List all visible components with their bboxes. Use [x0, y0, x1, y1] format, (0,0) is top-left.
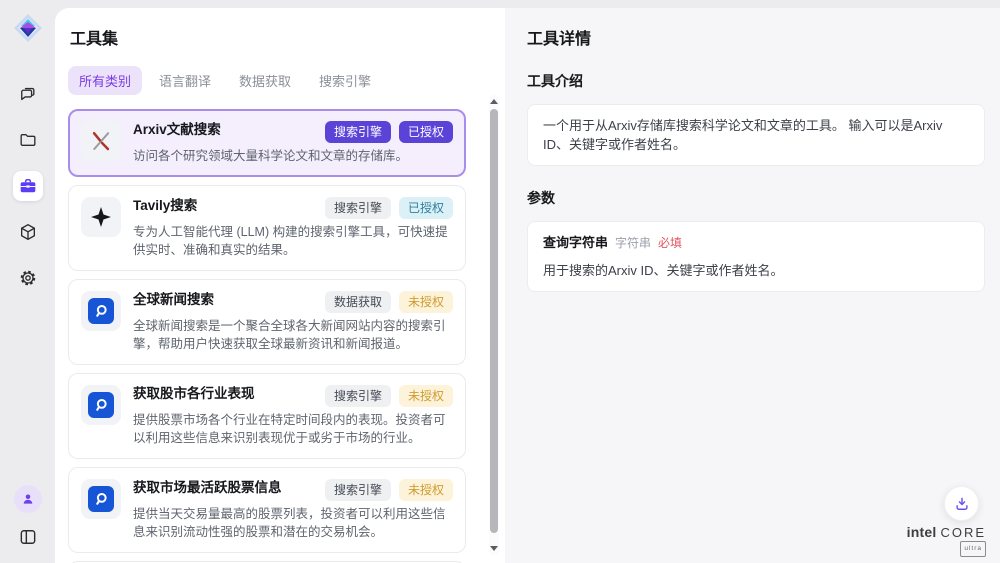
arxiv-icon	[88, 128, 114, 154]
scrollbar-thumb[interactable]	[490, 109, 498, 533]
news-search-icon	[88, 392, 114, 418]
tool-card[interactable]: Tavily搜索 搜索引擎 已授权 专为人工智能代理 (LLM) 构建的搜索引擎…	[68, 185, 466, 271]
cube-icon	[18, 222, 38, 242]
param-required-label: 必填	[658, 234, 682, 253]
sidebar-nav	[13, 79, 43, 293]
tool-card[interactable]: Arxiv文献搜索 搜索引擎 已授权 访问各个研究领域大量科学论文和文章的存储库…	[68, 109, 466, 177]
sidebar-bottom	[14, 485, 42, 549]
tool-auth-badge: 已授权	[399, 121, 453, 143]
tab-category-0[interactable]: 所有类别	[68, 66, 142, 95]
tool-name: 获取市场最活跃股票信息	[133, 479, 282, 497]
intel-core-ultra-logo: intel CORE ultra	[907, 525, 986, 557]
app-logo	[13, 13, 43, 43]
tool-description: 全球新闻搜索是一个聚合全球各大新闻网站内容的搜索引擎，帮助用户快速获取全球最新资…	[133, 317, 453, 353]
list-scrollbar[interactable]	[489, 95, 499, 555]
sidebar-item-chat[interactable]	[13, 79, 43, 109]
news-search-icon	[88, 486, 114, 512]
panel-icon	[18, 527, 38, 547]
tool-detail-panel: 工具详情 工具介绍 一个用于从Arxiv存储库搜索科学论文和文章的工具。 输入可…	[505, 8, 1000, 563]
params-box: 查询字符串 字符串 必填 用于搜索的Arxiv ID、关键字或作者姓名。	[527, 221, 985, 292]
download-icon	[953, 495, 971, 513]
tool-icon	[81, 291, 121, 331]
tool-card[interactable]: 全球新闻搜索 数据获取 未授权 全球新闻搜索是一个聚合全球各大新闻网站内容的搜索…	[68, 279, 466, 365]
tool-icon	[81, 385, 121, 425]
tool-card[interactable]: 获取市场最活跃股票信息 搜索引擎 未授权 提供当天交易量最高的股票列表，投资者可…	[68, 467, 466, 553]
sidebar-item-settings[interactable]	[13, 263, 43, 293]
tool-icon	[81, 479, 121, 519]
tavily-icon	[88, 204, 114, 230]
tab-category-2[interactable]: 数据获取	[228, 66, 302, 95]
tool-cards: Arxiv文献搜索 搜索引擎 已授权 访问各个研究领域大量科学论文和文章的存储库…	[68, 109, 505, 563]
sidebar	[0, 0, 55, 563]
sidebar-item-toolbox[interactable]	[13, 171, 43, 201]
core-wordmark: CORE	[940, 526, 986, 540]
category-tabs: 所有类别语言翻译数据获取搜索引擎	[68, 66, 505, 95]
tool-auth-badge: 未授权	[399, 385, 453, 407]
tool-name: 全球新闻搜索	[133, 291, 214, 309]
chat-icon	[18, 84, 38, 104]
intro-heading: 工具介绍	[527, 71, 985, 91]
detail-title: 工具详情	[527, 25, 985, 49]
tool-category-badge: 搜索引擎	[325, 121, 391, 143]
download-button[interactable]	[944, 486, 979, 521]
gear-icon	[18, 268, 38, 288]
folder-icon	[18, 130, 38, 150]
user-icon	[20, 491, 36, 507]
tab-category-3[interactable]: 搜索引擎	[308, 66, 382, 95]
scroll-down-arrow[interactable]	[490, 546, 498, 551]
tool-category-badge: 搜索引擎	[325, 385, 391, 407]
avatar[interactable]	[14, 485, 42, 513]
main-content: 工具集 所有类别语言翻译数据获取搜索引擎 Arxiv文献搜索 搜索引擎 已授权 …	[55, 8, 1000, 563]
page-title: 工具集	[68, 25, 505, 49]
intel-wordmark: intel	[907, 525, 937, 539]
tool-list-panel: 工具集 所有类别语言翻译数据获取搜索引擎 Arxiv文献搜索 搜索引擎 已授权 …	[55, 8, 505, 563]
tool-intro-text: 一个用于从Arxiv存储库搜索科学论文和文章的工具。 输入可以是Arxiv ID…	[527, 104, 985, 166]
param-type: 字符串	[615, 234, 651, 253]
tool-auth-badge: 已授权	[399, 197, 453, 219]
collapse-sidebar-button[interactable]	[16, 525, 40, 549]
param-name: 查询字符串	[543, 233, 608, 252]
tool-icon	[81, 121, 121, 161]
toolbox-icon	[18, 176, 38, 196]
tool-category-badge: 搜索引擎	[325, 197, 391, 219]
tool-description: 提供当天交易量最高的股票列表，投资者可以利用这些信息来识别流动性强的股票和潜在的…	[133, 505, 453, 541]
sidebar-item-cube[interactable]	[13, 217, 43, 247]
scroll-up-arrow[interactable]	[490, 99, 498, 104]
param-item: 查询字符串 字符串 必填 用于搜索的Arxiv ID、关键字或作者姓名。	[543, 233, 969, 280]
sidebar-item-folder[interactable]	[13, 125, 43, 155]
tool-description: 专为人工智能代理 (LLM) 构建的搜索引擎工具，可快速提供实时、准确和真实的结…	[133, 223, 453, 259]
tool-category-badge: 数据获取	[325, 291, 391, 313]
news-search-icon	[88, 298, 114, 324]
tool-icon	[81, 197, 121, 237]
params-heading: 参数	[527, 188, 985, 208]
tool-name: Tavily搜索	[133, 197, 197, 215]
tool-auth-badge: 未授权	[399, 291, 453, 313]
tool-description: 提供股票市场各个行业在特定时间段内的表现。投资者可以利用这些信息来识别表现优于或…	[133, 411, 453, 447]
ultra-chip: ultra	[960, 541, 986, 557]
tool-name: Arxiv文献搜索	[133, 121, 221, 139]
tool-auth-badge: 未授权	[399, 479, 453, 501]
param-description: 用于搜索的Arxiv ID、关键字或作者姓名。	[543, 261, 969, 280]
tool-description: 访问各个研究领域大量科学论文和文章的存储库。	[133, 147, 453, 165]
tool-card[interactable]: 获取股市各行业表现 搜索引擎 未授权 提供股票市场各个行业在特定时间段内的表现。…	[68, 373, 466, 459]
tool-category-badge: 搜索引擎	[325, 479, 391, 501]
tab-category-1[interactable]: 语言翻译	[148, 66, 222, 95]
tool-name: 获取股市各行业表现	[133, 385, 255, 403]
